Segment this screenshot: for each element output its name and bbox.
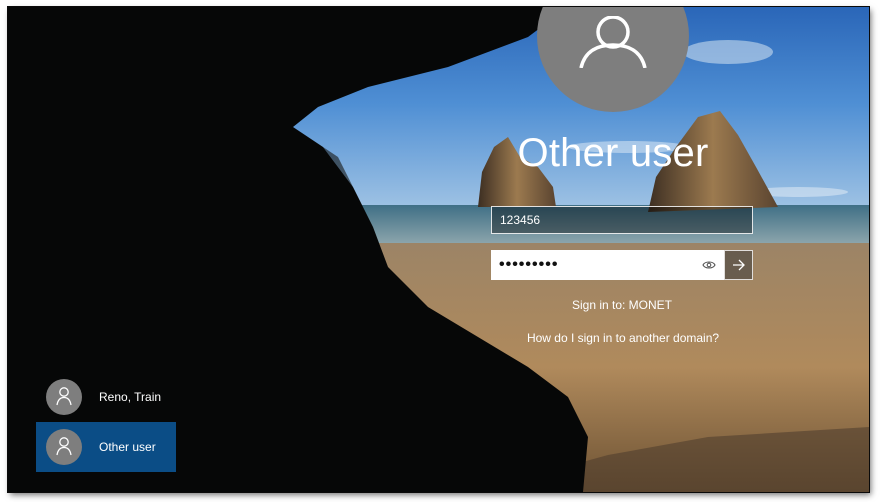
username-field[interactable] [491, 206, 753, 234]
password-field[interactable] [491, 250, 724, 280]
eye-icon[interactable] [699, 256, 719, 274]
submit-button[interactable] [724, 250, 753, 280]
person-icon [56, 437, 72, 456]
sign-in-domain: Sign in to: MONET [571, 298, 673, 312]
lock-screen: Other user Sign in to: MONET How do I si… [8, 7, 869, 492]
user-title: Other user [517, 131, 709, 175]
person-icon [56, 387, 72, 406]
user-tile-other-user[interactable]: Other user [36, 422, 176, 472]
avatar [46, 379, 82, 415]
user-tile-label: Reno, Train [99, 390, 162, 404]
user-tile-label: Other user [99, 440, 156, 454]
password-group [491, 250, 753, 280]
avatar [46, 429, 82, 465]
arrow-right-icon [732, 259, 745, 271]
other-domain-link[interactable]: How do I sign in to another domain? [478, 331, 768, 345]
person-icon [579, 16, 647, 68]
user-tile-reno-train[interactable]: Reno, Train [36, 372, 176, 422]
